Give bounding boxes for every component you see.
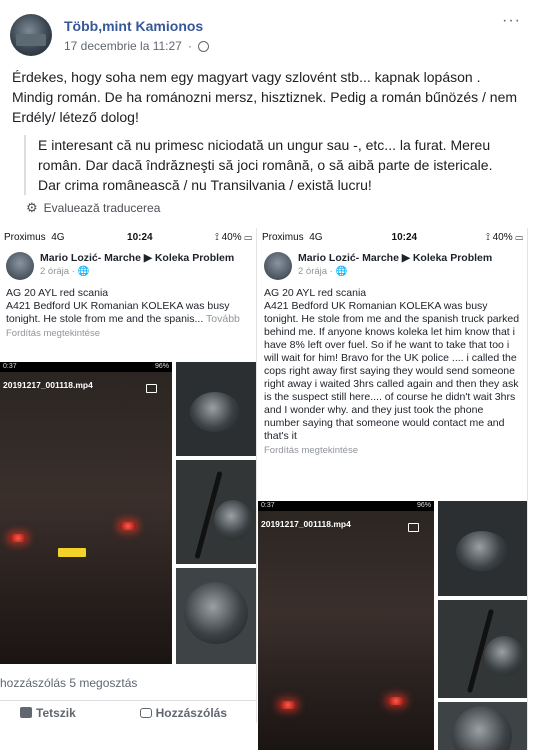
status-time: 10:24 <box>391 231 418 243</box>
carrier: Proximus <box>4 231 46 243</box>
like-button[interactable]: Tetszik <box>20 706 76 720</box>
video-status-bar: 0:37 96% <box>258 501 434 511</box>
video-badge-icon <box>408 523 419 532</box>
embedded-author: Mario Lozić- Marche ▶ Koleka Problem <box>40 252 235 264</box>
video-thumbnail-left: 0:37 96% 20191217_001118.mp4 <box>0 362 172 664</box>
embedded-body: AG 20 AYL red scania A421 Bedford UK Rom… <box>6 287 250 326</box>
embedded-line2: A421 Bedford UK Romanian KOLEKA was busy… <box>6 300 230 325</box>
post-translation: E interesant că nu primesc niciodată un … <box>24 135 512 195</box>
rate-translation-link[interactable]: Evaluează traducerea <box>44 201 161 215</box>
photo-tank-3 <box>176 568 256 664</box>
rate-translation-row[interactable]: ⚙ Evaluează traducerea <box>26 200 160 216</box>
gear-icon: ⚙ <box>26 200 38 215</box>
status-time: 10:24 <box>127 231 153 243</box>
screenshot-left[interactable]: Proximus 4G 10:24 ⟟ 40% ▭ Mario Lozić- M… <box>0 228 257 723</box>
fuel-cap <box>214 500 252 540</box>
fuel-cap <box>190 392 240 432</box>
fuel-cap <box>452 706 512 750</box>
photo-tank-2 <box>176 460 256 564</box>
post-text: Érdekes, hogy soha nem egy magyart vagy … <box>12 69 518 125</box>
video-title: 20191217_001118.mp4 <box>261 519 351 529</box>
embedded-line1: AG 20 AYL red scania <box>6 287 109 299</box>
embedded-body-text: A421 Bedford UK Romanian KOLEKA was busy… <box>264 300 520 442</box>
globe-icon <box>197 40 209 52</box>
battery-level: 40% <box>221 231 242 243</box>
video-title: 20191217_001118.mp4 <box>3 380 93 390</box>
action-bar: Tetszik Hozzászólás <box>0 700 257 724</box>
post-date[interactable]: 17 decembrie la 11:27 <box>64 39 182 53</box>
carrier: Proximus <box>262 231 304 243</box>
embedded-post: Mario Lozić- Marche ▶ Koleka Problem 2 ó… <box>0 246 256 339</box>
embedded-translate: Fordítás megtekintése <box>264 445 358 456</box>
video-thumbnail-right: 0:37 96% 20191217_001118.mp4 <box>258 501 434 750</box>
taillight <box>10 534 26 542</box>
video-status-bar: 0:37 96% <box>0 362 172 372</box>
video-time: 0:37 <box>3 363 17 370</box>
taillight <box>120 522 136 530</box>
comment-label: Hozzászólás <box>155 705 227 720</box>
embedded-translate: Fordítás megtekintése <box>6 328 100 339</box>
embedded-author: Mario Lozić- Marche ▶ Koleka Problem <box>298 252 493 264</box>
embedded-time: 2 órája · 🌐 <box>40 266 90 277</box>
engagement-stats[interactable]: hozzászólás 5 megosztás <box>0 676 137 690</box>
video-badge-icon <box>146 384 157 393</box>
photo-tank-3 <box>438 702 527 750</box>
network: 4G <box>51 231 65 243</box>
status-bar: Proximus 4G 10:24 ⟟ 40% ▭ <box>262 231 523 243</box>
fuel-cap <box>484 636 524 676</box>
embedded-time: 2 órája · 🌐 <box>298 266 348 277</box>
video-battery: 96% <box>416 502 431 509</box>
taillight <box>388 697 404 705</box>
embedded-avatar <box>6 252 34 280</box>
see-more-link: Tovább <box>206 313 240 325</box>
like-label: Tetszik <box>36 705 76 720</box>
taillight <box>280 701 296 709</box>
embedded-avatar <box>264 252 292 280</box>
photo-tank-1 <box>176 362 256 456</box>
video-battery: 96% <box>154 363 169 370</box>
battery-level: 40% <box>492 231 513 243</box>
fuel-cap <box>184 582 248 644</box>
meta-separator: · <box>187 39 192 53</box>
embedded-body: AG 20 AYL red scania A421 Bedford UK Rom… <box>264 287 521 443</box>
screenshot-right[interactable]: Proximus 4G 10:24 ⟟ 40% ▭ Mario Lozić- M… <box>258 228 528 750</box>
fuel-cap <box>456 531 508 571</box>
photo-tank-1 <box>438 501 527 596</box>
thumbs-up-icon <box>20 706 32 718</box>
more-options-icon[interactable]: ··· <box>502 12 521 30</box>
license-plate <box>58 548 86 557</box>
author-avatar[interactable] <box>10 14 52 56</box>
status-bar: Proximus 4G 10:24 ⟟ 40% ▭ <box>4 231 252 243</box>
post-meta: 17 decembrie la 11:27 · <box>64 39 209 53</box>
author-name[interactable]: Több,mint Kamionos <box>64 18 203 34</box>
network: 4G <box>309 231 323 243</box>
video-time: 0:37 <box>261 502 275 509</box>
post-header: Több,mint Kamionos 17 decembrie la 11:27… <box>8 8 525 58</box>
comment-icon <box>139 707 152 718</box>
comment-button[interactable]: Hozzászólás <box>139 705 227 720</box>
embedded-post: Mario Lozić- Marche ▶ Koleka Problem 2 ó… <box>258 246 527 456</box>
photo-tank-2 <box>438 600 527 698</box>
embedded-line1: AG 20 AYL red scania <box>264 287 367 299</box>
